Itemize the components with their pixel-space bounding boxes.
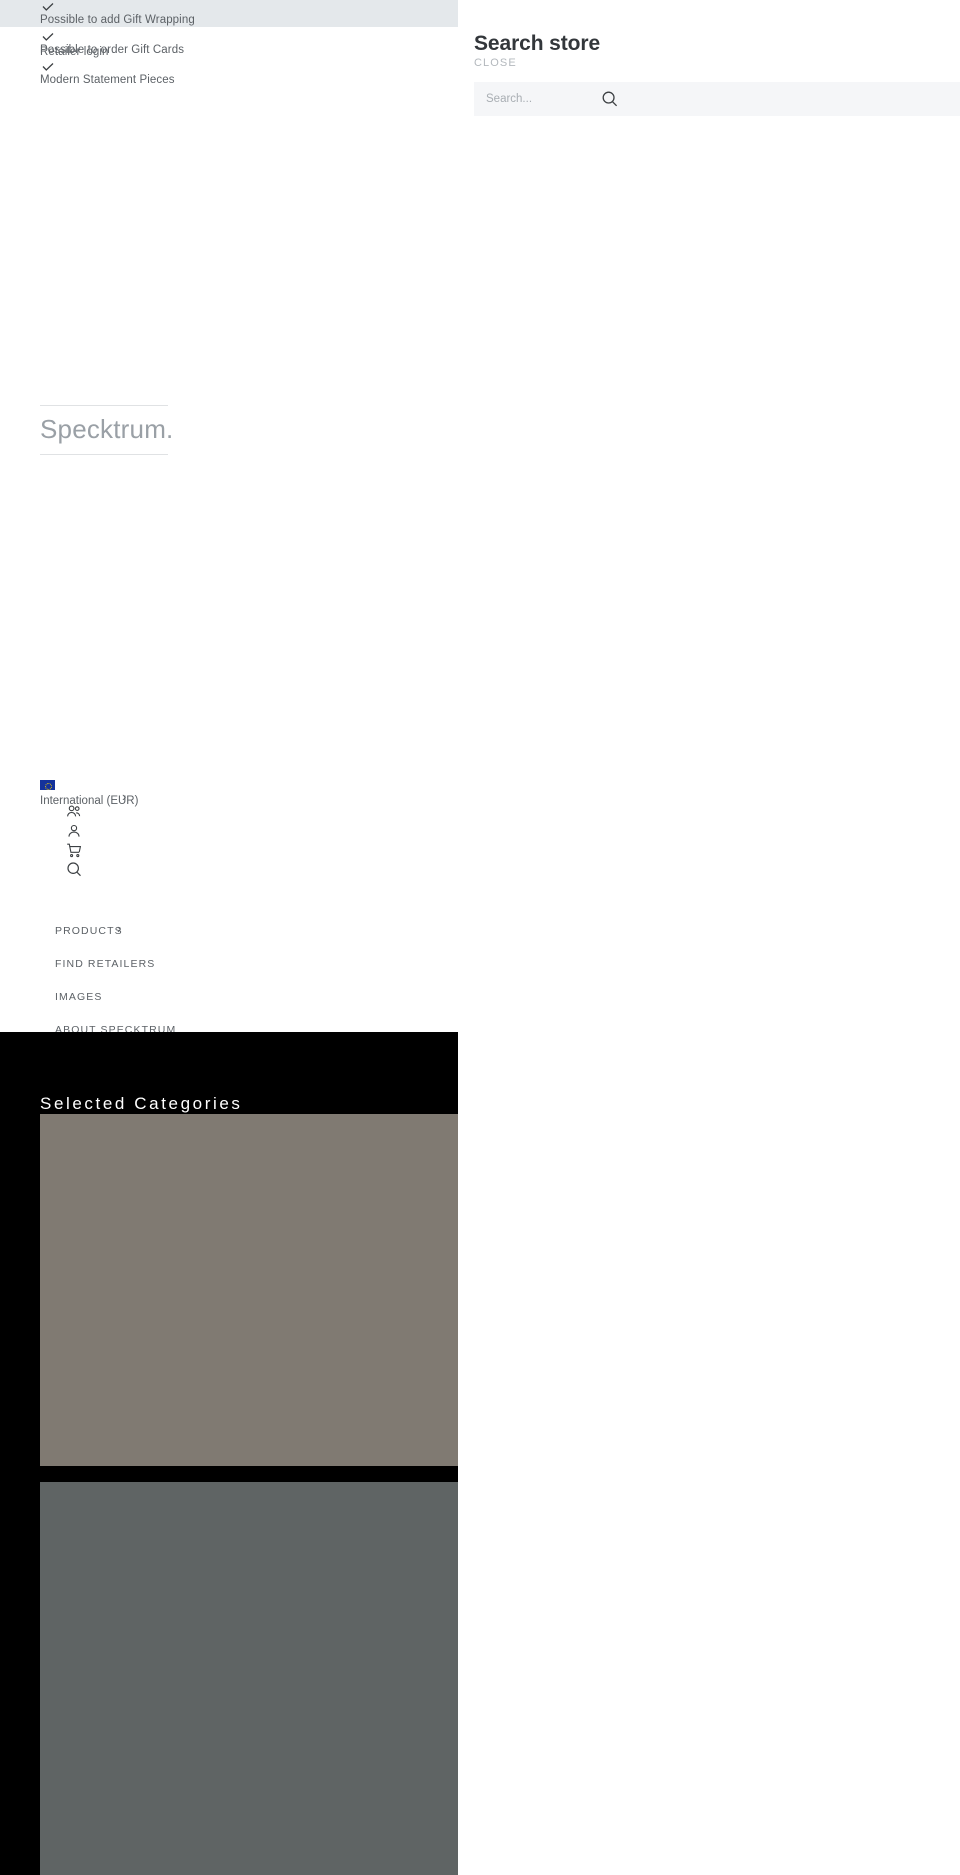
announcement-text: Modern Statement Pieces <box>40 74 175 86</box>
close-search-button[interactable]: CLOSE <box>474 57 517 69</box>
category-card-content: Vases See all 79 products <box>40 1114 458 1466</box>
search-input[interactable] <box>474 82 594 116</box>
search-submit-button[interactable] <box>600 89 620 109</box>
check-icon <box>40 60 56 74</box>
nav-item-images[interactable]: IMAGES <box>55 981 435 1014</box>
chevron-right-icon: › <box>117 921 123 936</box>
user-account-icon[interactable] <box>65 822 83 841</box>
chevron-right-icon: › <box>122 789 127 804</box>
category-card-secondary[interactable] <box>40 1482 458 1875</box>
retailer-login-link[interactable]: Retailer login <box>40 46 109 58</box>
search-store-panel: Search store CLOSE <box>458 0 960 1875</box>
nav-item-products[interactable]: PRODUCTS › <box>55 915 435 948</box>
shopping-cart-icon[interactable] <box>65 841 83 860</box>
check-icon <box>40 30 56 44</box>
logo-rule-bottom <box>40 454 168 455</box>
nav-item-label: PRODUCTS <box>55 925 123 937</box>
nav-item-label: FIND RETAILERS <box>55 958 156 970</box>
logo-text: Specktrum. <box>40 414 174 444</box>
users-icon[interactable] <box>65 803 83 822</box>
category-card-content <box>40 1482 458 1875</box>
nav-item-label: IMAGES <box>55 991 103 1003</box>
check-icon <box>40 0 56 14</box>
page-content-column: Possible to add Gift Wrapping Possible t… <box>0 0 458 1875</box>
search-field <box>474 82 960 116</box>
search-panel-heading: Search store <box>474 32 601 55</box>
header-icon-stack <box>65 803 83 879</box>
eu-flag-icon <box>40 780 55 790</box>
category-card-vases[interactable]: Vases See all 79 products <box>40 1114 458 1466</box>
search-icon[interactable] <box>65 860 83 879</box>
selected-categories-title: Selected Categories <box>40 1094 243 1113</box>
announcement-text: Possible to add Gift Wrapping <box>40 14 195 26</box>
site-logo[interactable]: Specktrum. <box>40 405 174 455</box>
nav-item-find-retailers[interactable]: FIND RETAILERS <box>55 948 435 981</box>
selected-categories-section: Selected Categories Vases See all 79 pro… <box>0 1032 458 1875</box>
